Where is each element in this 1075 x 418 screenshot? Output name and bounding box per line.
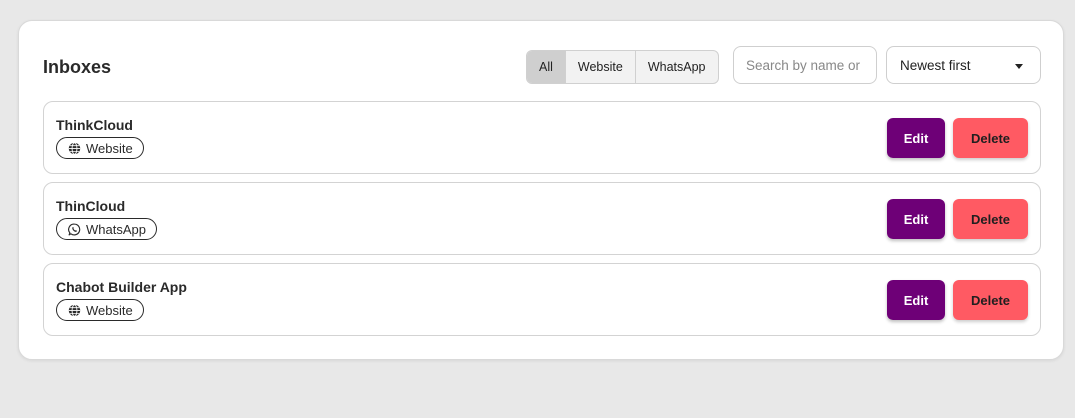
channel-badge-label: Website bbox=[86, 140, 133, 156]
channel-badge-label: WhatsApp bbox=[86, 221, 146, 237]
inbox-name: Chabot Builder App bbox=[56, 279, 187, 295]
sort-select-value: Newest first bbox=[900, 58, 971, 73]
whatsapp-icon bbox=[68, 222, 81, 235]
edit-button[interactable]: Edit bbox=[887, 118, 945, 158]
inbox-name: ThinCloud bbox=[56, 198, 126, 214]
globe-icon bbox=[68, 141, 81, 155]
filter-all[interactable]: All bbox=[527, 51, 566, 83]
inboxes-card: Inboxes All Website WhatsApp Newest firs… bbox=[18, 20, 1064, 360]
inbox-row: Chabot Builder App Website Edit Delete bbox=[43, 263, 1041, 336]
inbox-row: ThinCloud WhatsApp Edit Delete bbox=[43, 182, 1041, 255]
channel-badge: WhatsApp bbox=[56, 218, 157, 240]
inbox-name: ThinkCloud bbox=[56, 117, 133, 133]
caret-down-icon bbox=[1015, 64, 1023, 69]
globe-icon bbox=[68, 303, 81, 317]
channel-badge: Website bbox=[56, 137, 144, 159]
edit-button[interactable]: Edit bbox=[887, 199, 945, 239]
channel-badge: Website bbox=[56, 299, 144, 321]
inbox-row: ThinkCloud Website Edit Delete bbox=[43, 101, 1041, 174]
page-title: Inboxes bbox=[43, 57, 112, 77]
channel-badge-label: Website bbox=[86, 302, 133, 318]
delete-button[interactable]: Delete bbox=[953, 280, 1028, 320]
search-input[interactable] bbox=[733, 46, 877, 84]
delete-button[interactable]: Delete bbox=[953, 118, 1028, 158]
channel-filter: All Website WhatsApp bbox=[526, 50, 719, 84]
delete-button[interactable]: Delete bbox=[953, 199, 1028, 239]
filter-website[interactable]: Website bbox=[566, 51, 636, 83]
edit-button[interactable]: Edit bbox=[887, 280, 945, 320]
filter-whatsapp[interactable]: WhatsApp bbox=[636, 51, 718, 83]
sort-select[interactable]: Newest first bbox=[886, 46, 1041, 84]
